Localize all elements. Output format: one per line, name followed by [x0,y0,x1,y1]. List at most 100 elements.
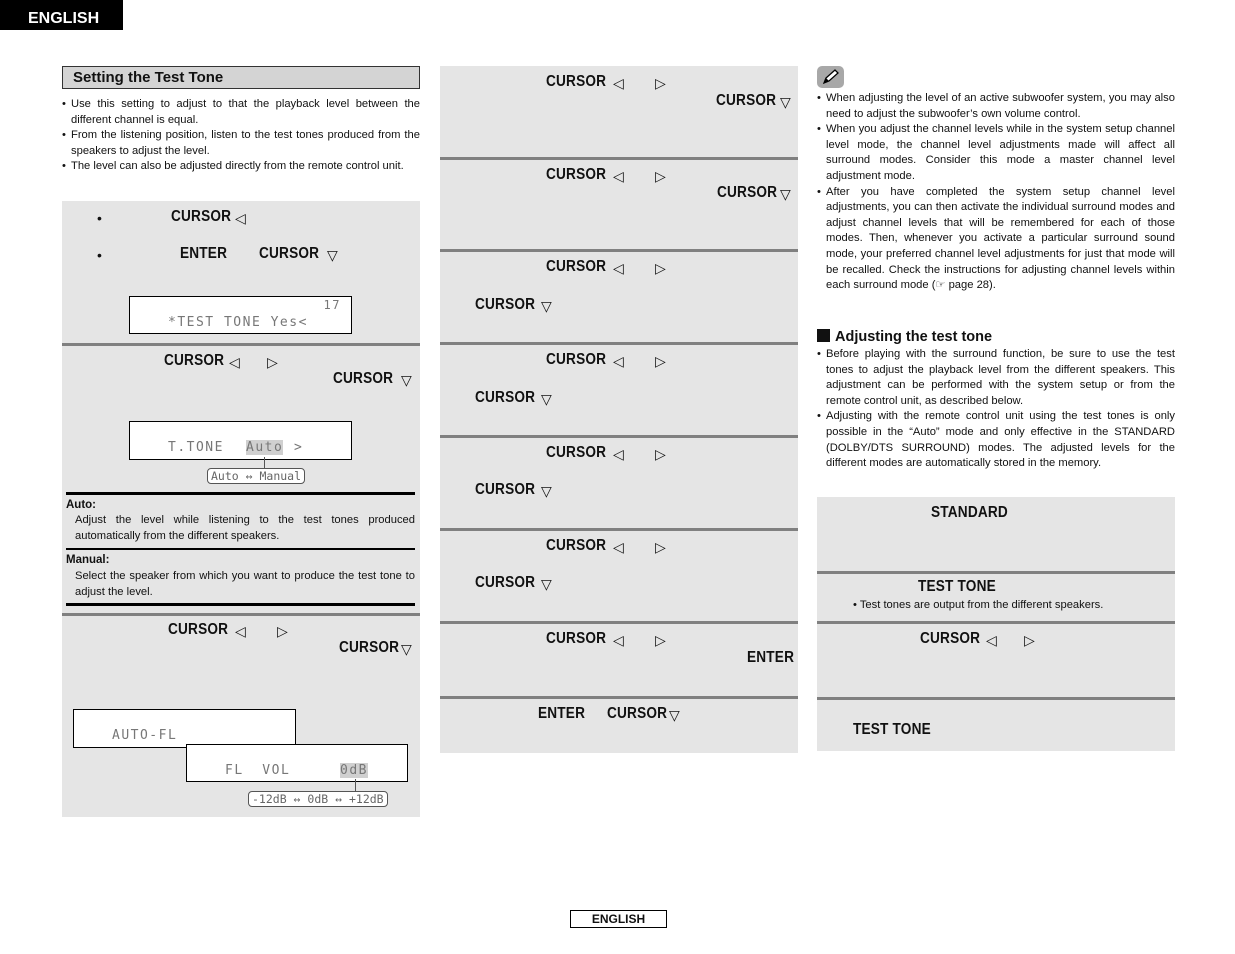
intro-bullet: Use this setting to adjust to that the p… [62,97,420,128]
cursor-key-label: CURSOR [546,166,607,183]
cursor-right-icon: ▷ [655,539,666,555]
intro-bullet: The level can also be adjusted directly … [62,159,420,175]
definition-term-auto: Auto: [66,499,97,511]
cursor-down-icon: ▽ [541,483,552,499]
notes-list: When adjusting the level of an active su… [817,91,1175,294]
cursor-left-icon: ◁ [235,623,246,639]
lcd-label: FL VOL [225,763,291,778]
cursor-right-icon: ▷ [655,168,666,184]
lcd-display-tone-mode: T.TONE Auto > [129,421,352,460]
cursor-left-icon: ◁ [986,632,997,648]
step-divider [62,613,420,616]
cursor-left-icon: ◁ [613,168,624,184]
cursor-key-label: CURSOR [475,296,536,313]
cursor-down-icon: ▽ [541,576,552,592]
cursor-key-label: CURSOR [716,92,777,109]
lcd-value: 0dB [340,763,368,778]
cursor-key-label: CURSOR [546,258,607,275]
lcd-display-fl-volume: FL VOL 0dB [186,744,408,782]
cursor-left-icon: ◁ [613,446,624,462]
bullet-dot: • [97,210,102,226]
cursor-down-icon: ▽ [780,94,791,110]
footer-language-label: ENGLISH [570,910,667,928]
cursor-key-label: CURSOR [546,630,607,647]
subheading: Adjusting the test tone [817,329,992,345]
step-divider [440,621,798,624]
lcd-display-auto-fl: AUTO-FL [73,709,296,748]
level-mid: 0dB [307,792,329,806]
step-divider [440,249,798,252]
cursor-down-icon: ▽ [780,186,791,202]
option-auto: Auto [211,469,239,483]
enter-key-label: ENTER [180,245,228,262]
cursor-key-label: CURSOR [546,351,607,368]
cursor-right-icon: ▷ [655,75,666,91]
subheading-text: Adjusting the test tone [835,329,993,345]
cursor-key-label: CURSOR [475,389,536,406]
cursor-key-label: CURSOR [164,352,225,369]
leader-line [355,779,356,791]
definition-rule [66,603,415,606]
cursor-key-label: CURSOR [475,574,536,591]
cursor-left-icon: ◁ [229,354,240,370]
bullet-dot: • [97,247,102,263]
lcd-text: AUTO-FL [112,728,178,743]
lcd-display-test-tone: 17 *TEST TONE Yes< [129,296,352,334]
level-min: -12dB [252,792,287,806]
section-title: Setting the Test Tone [62,66,420,89]
cursor-down-icon: ▽ [401,641,412,657]
definition-rule [66,548,415,550]
note-item: After you have completed the system setu… [817,185,1175,294]
cursor-key-label: CURSOR [546,444,607,461]
sub-bullet: Adjusting with the remote control unit u… [817,409,1175,471]
cursor-left-icon: ◁ [613,353,624,369]
subheading-bullets: Before playing with the surround functio… [817,347,1175,472]
cursor-right-icon: ▷ [277,623,288,639]
cursor-right-icon: ▷ [655,446,666,462]
cursor-key-label: CURSOR [475,481,536,498]
step-divider [440,528,798,531]
cursor-key-label: CURSOR [920,630,981,647]
definition-text-manual: Select the speaker from which you want t… [75,570,415,598]
cursor-right-icon: ▷ [655,353,666,369]
enter-key-label: ENTER [747,649,795,666]
pencil-icon [822,69,839,85]
cursor-left-icon: ◁ [613,539,624,555]
cursor-key-label: CURSOR [546,537,607,554]
step-divider [440,157,798,160]
level-range-pill: -12dB ↔ 0dB ↔ +12dB [248,791,388,807]
lcd-text: *TEST TONE Yes< [168,315,308,330]
cursor-key-label: CURSOR [607,705,668,722]
definition-text-auto: Adjust the level while listening to the … [75,514,415,542]
cursor-key-label: CURSOR [339,639,400,656]
step-divider [62,343,420,346]
sub-bullet: Before playing with the surround functio… [817,347,1175,409]
cursor-right-icon: ▷ [655,632,666,648]
step-divider [817,571,1175,574]
cursor-down-icon: ▽ [669,707,680,723]
cursor-key-label: CURSOR [259,245,320,262]
definition-rule [66,492,415,495]
enter-key-label: ENTER [538,705,586,722]
option-manual: Manual [259,469,302,483]
cursor-down-icon: ▽ [541,391,552,407]
step-divider [817,621,1175,624]
cursor-down-icon: ▽ [541,298,552,314]
test-tone-note: • Test tones are output from the differe… [853,599,1104,611]
cursor-down-icon: ▽ [401,372,412,388]
step-divider [440,435,798,438]
definition-term-manual: Manual: [66,554,110,566]
language-tab: ENGLISH [0,0,123,30]
intro-bullet: From the listening position, listen to t… [62,128,420,159]
cursor-left-icon: ◁ [613,260,624,276]
square-bullet-icon [817,329,830,342]
cursor-key-label: CURSOR [168,621,229,638]
note-pencil-icon [817,66,844,88]
right-steps-panel [817,497,1175,751]
lcd-suffix: > [294,440,304,455]
cursor-key-label: CURSOR [333,370,394,387]
lcd-label: T.TONE [168,440,224,455]
standard-key-label: STANDARD [931,504,1008,521]
step-divider [440,696,798,699]
cursor-key-label: CURSOR [171,208,232,225]
